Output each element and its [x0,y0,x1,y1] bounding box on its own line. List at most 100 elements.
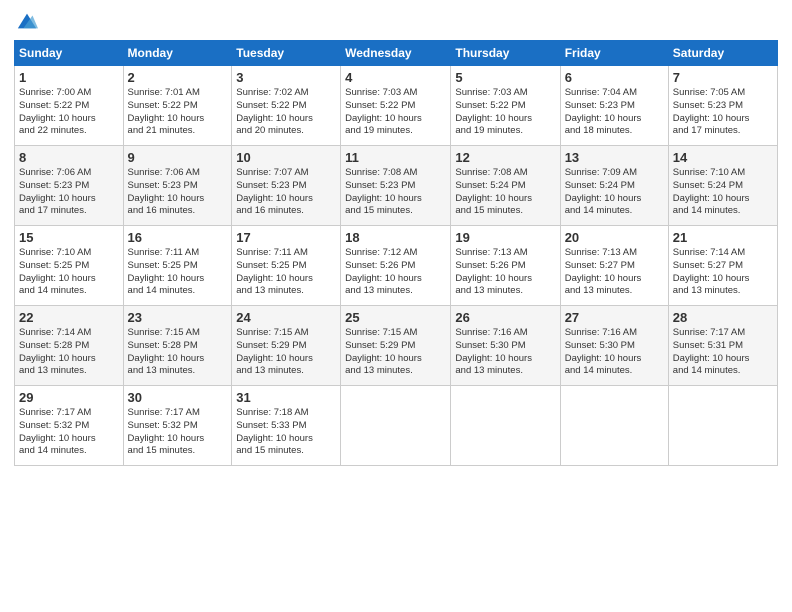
day-info: Sunrise: 7:13 AMSunset: 5:26 PMDaylight:… [455,247,555,298]
calendar-cell: 16 Sunrise: 7:11 AMSunset: 5:25 PMDayligh… [123,226,232,306]
calendar-cell: 30 Sunrise: 7:17 AMSunset: 5:32 PMDayligh… [123,386,232,466]
day-info: Sunrise: 7:16 AMSunset: 5:30 PMDaylight:… [565,327,664,378]
day-number: 1 [19,70,119,85]
day-info: Sunrise: 7:07 AMSunset: 5:23 PMDaylight:… [236,167,336,218]
day-info: Sunrise: 7:06 AMSunset: 5:23 PMDaylight:… [19,167,119,218]
header [14,10,778,32]
calendar-cell: 15 Sunrise: 7:10 AMSunset: 5:25 PMDayligh… [15,226,124,306]
day-number: 22 [19,310,119,325]
day-number: 27 [565,310,664,325]
calendar-cell: 22Sunrise: 7:14 AMSunset: 5:28 PMDayligh… [15,306,124,386]
day-number: 16 [128,230,228,245]
day-number: 17 [236,230,336,245]
calendar-week-4: 22Sunrise: 7:14 AMSunset: 5:28 PMDayligh… [15,306,778,386]
logo-icon [16,10,38,32]
day-info: Sunrise: 7:01 AMSunset: 5:22 PMDaylight:… [128,87,228,138]
day-number: 5 [455,70,555,85]
calendar-cell: 26Sunrise: 7:16 AMSunset: 5:30 PMDayligh… [451,306,560,386]
day-number: 12 [455,150,555,165]
day-number: 10 [236,150,336,165]
day-info: Sunrise: 7:04 AMSunset: 5:23 PMDaylight:… [565,87,664,138]
calendar-cell [668,386,777,466]
day-number: 24 [236,310,336,325]
calendar-cell: 6 Sunrise: 7:04 AMSunset: 5:23 PMDaylight… [560,66,668,146]
calendar-cell: 11 Sunrise: 7:08 AMSunset: 5:23 PMDayligh… [341,146,451,226]
day-info: Sunrise: 7:12 AMSunset: 5:26 PMDaylight:… [345,247,446,298]
calendar-cell: 28 Sunrise: 7:17 AMSunset: 5:31 PMDayligh… [668,306,777,386]
calendar-cell: 18 Sunrise: 7:12 AMSunset: 5:26 PMDayligh… [341,226,451,306]
day-info: Sunrise: 7:11 AMSunset: 5:25 PMDaylight:… [236,247,336,298]
day-number: 30 [128,390,228,405]
day-info: Sunrise: 7:08 AMSunset: 5:24 PMDaylight:… [455,167,555,218]
day-info: Sunrise: 7:05 AMSunset: 5:23 PMDaylight:… [673,87,773,138]
day-number: 4 [345,70,446,85]
calendar-cell: 29 Sunrise: 7:17 AMSunset: 5:32 PMDayligh… [15,386,124,466]
day-number: 20 [565,230,664,245]
col-saturday: Saturday [668,41,777,66]
calendar-cell: 4 Sunrise: 7:03 AMSunset: 5:22 PMDaylight… [341,66,451,146]
day-number: 18 [345,230,446,245]
day-info: Sunrise: 7:02 AMSunset: 5:22 PMDaylight:… [236,87,336,138]
day-info: Sunrise: 7:10 AMSunset: 5:25 PMDaylight:… [19,247,119,298]
day-info: Sunrise: 7:00 AMSunset: 5:22 PMDaylight:… [19,87,119,138]
col-thursday: Thursday [451,41,560,66]
calendar-cell [560,386,668,466]
calendar-cell: 3Sunrise: 7:02 AMSunset: 5:22 PMDaylight… [232,66,341,146]
calendar-cell: 27 Sunrise: 7:16 AMSunset: 5:30 PMDayligh… [560,306,668,386]
calendar-cell: 1 Sunrise: 7:00 AMSunset: 5:22 PMDaylight… [15,66,124,146]
day-info: Sunrise: 7:11 AMSunset: 5:25 PMDaylight:… [128,247,228,298]
col-wednesday: Wednesday [341,41,451,66]
calendar-cell: 17 Sunrise: 7:11 AMSunset: 5:25 PMDayligh… [232,226,341,306]
day-info: Sunrise: 7:17 AMSunset: 5:31 PMDaylight:… [673,327,773,378]
day-info: Sunrise: 7:17 AMSunset: 5:32 PMDaylight:… [19,407,119,458]
calendar-cell: 19 Sunrise: 7:13 AMSunset: 5:26 PMDayligh… [451,226,560,306]
calendar-cell: 24 Sunrise: 7:15 AMSunset: 5:29 PMDayligh… [232,306,341,386]
day-number: 19 [455,230,555,245]
day-number: 31 [236,390,336,405]
calendar-cell: 8Sunrise: 7:06 AMSunset: 5:23 PMDaylight… [15,146,124,226]
day-info: Sunrise: 7:03 AMSunset: 5:22 PMDaylight:… [345,87,446,138]
page-container: Sunday Monday Tuesday Wednesday Thursday… [0,0,792,476]
day-number: 14 [673,150,773,165]
calendar-cell: 10 Sunrise: 7:07 AMSunset: 5:23 PMDayligh… [232,146,341,226]
calendar-cell: 2 Sunrise: 7:01 AMSunset: 5:22 PMDaylight… [123,66,232,146]
calendar-cell: 5 Sunrise: 7:03 AMSunset: 5:22 PMDaylight… [451,66,560,146]
calendar-table: Sunday Monday Tuesday Wednesday Thursday… [14,40,778,466]
day-number: 29 [19,390,119,405]
day-info: Sunrise: 7:15 AMSunset: 5:28 PMDaylight:… [128,327,228,378]
calendar-cell: 9Sunrise: 7:06 AMSunset: 5:23 PMDaylight… [123,146,232,226]
day-info: Sunrise: 7:09 AMSunset: 5:24 PMDaylight:… [565,167,664,218]
calendar-cell: 31 Sunrise: 7:18 AMSunset: 5:33 PMDayligh… [232,386,341,466]
day-number: 28 [673,310,773,325]
day-info: Sunrise: 7:14 AMSunset: 5:27 PMDaylight:… [673,247,773,298]
day-info: Sunrise: 7:17 AMSunset: 5:32 PMDaylight:… [128,407,228,458]
calendar-cell: 13 Sunrise: 7:09 AMSunset: 5:24 PMDayligh… [560,146,668,226]
col-tuesday: Tuesday [232,41,341,66]
calendar-cell: 7 Sunrise: 7:05 AMSunset: 5:23 PMDaylight… [668,66,777,146]
logo [14,10,38,32]
calendar-cell: 21Sunrise: 7:14 AMSunset: 5:27 PMDayligh… [668,226,777,306]
calendar-cell: 20 Sunrise: 7:13 AMSunset: 5:27 PMDayligh… [560,226,668,306]
calendar-week-1: 1 Sunrise: 7:00 AMSunset: 5:22 PMDaylight… [15,66,778,146]
calendar-week-5: 29 Sunrise: 7:17 AMSunset: 5:32 PMDayligh… [15,386,778,466]
day-number: 6 [565,70,664,85]
day-number: 13 [565,150,664,165]
day-info: Sunrise: 7:13 AMSunset: 5:27 PMDaylight:… [565,247,664,298]
calendar-cell [341,386,451,466]
day-info: Sunrise: 7:18 AMSunset: 5:33 PMDaylight:… [236,407,336,458]
day-number: 7 [673,70,773,85]
day-info: Sunrise: 7:15 AMSunset: 5:29 PMDaylight:… [345,327,446,378]
calendar-cell: 25 Sunrise: 7:15 AMSunset: 5:29 PMDayligh… [341,306,451,386]
day-number: 2 [128,70,228,85]
day-number: 15 [19,230,119,245]
day-number: 11 [345,150,446,165]
day-info: Sunrise: 7:08 AMSunset: 5:23 PMDaylight:… [345,167,446,218]
day-number: 23 [128,310,228,325]
col-friday: Friday [560,41,668,66]
day-info: Sunrise: 7:15 AMSunset: 5:29 PMDaylight:… [236,327,336,378]
calendar-cell [451,386,560,466]
day-info: Sunrise: 7:03 AMSunset: 5:22 PMDaylight:… [455,87,555,138]
day-info: Sunrise: 7:16 AMSunset: 5:30 PMDaylight:… [455,327,555,378]
day-number: 25 [345,310,446,325]
calendar-cell: 14Sunrise: 7:10 AMSunset: 5:24 PMDayligh… [668,146,777,226]
